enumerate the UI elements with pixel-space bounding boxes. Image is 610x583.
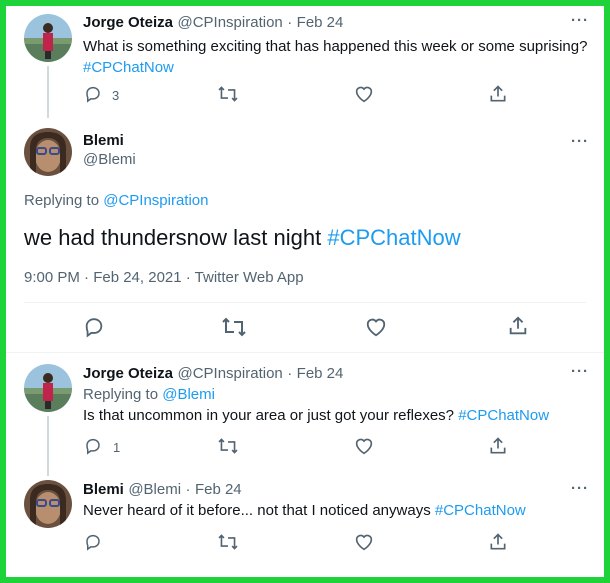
retweet-icon[interactable]	[217, 436, 239, 456]
divider	[6, 352, 604, 353]
hashtag-link[interactable]: #CPChatNow	[327, 225, 460, 250]
mention-link[interactable]: @CPInspiration	[103, 192, 208, 209]
like-icon[interactable]	[353, 532, 375, 552]
tweet-header: Blemi @Blemi · Feb 24	[83, 481, 242, 499]
thread-line	[47, 416, 49, 476]
avatar[interactable]	[24, 128, 72, 176]
more-icon[interactable]: ···	[571, 133, 589, 150]
share-icon[interactable]	[487, 531, 509, 553]
like-icon[interactable]	[364, 315, 388, 339]
tweet-text: we had thundersnow last night #CPChatNow	[24, 225, 461, 251]
more-icon[interactable]: ···	[571, 363, 589, 380]
tweet-body: Is that uncommon in your area or just go…	[83, 407, 455, 424]
separator: ·	[287, 14, 293, 31]
thread-line	[47, 66, 49, 118]
retweet-icon[interactable]	[221, 315, 247, 339]
tweet-thread: Jorge Oteiza @CPInspiration · Feb 24 ···…	[6, 6, 604, 577]
hashtag-link[interactable]: #CPChatNow	[458, 407, 549, 424]
separator: ·	[185, 481, 191, 498]
tweet-header: Jorge Oteiza @CPInspiration · Feb 24	[83, 14, 343, 32]
retweet-icon[interactable]	[217, 84, 239, 104]
tweet-text: Is that uncommon in your area or just go…	[83, 407, 549, 424]
divider	[24, 302, 586, 303]
author-handle[interactable]: @Blemi	[128, 481, 181, 498]
avatar[interactable]	[24, 364, 72, 412]
like-icon[interactable]	[353, 436, 375, 456]
share-icon[interactable]	[487, 435, 509, 457]
tweet-body: Never heard of it before... not that I n…	[83, 502, 431, 519]
author-name[interactable]: Blemi	[83, 481, 124, 498]
replying-to: Replying to @CPInspiration	[24, 192, 209, 209]
tweet-text: What is something exciting that has happ…	[83, 36, 593, 78]
tweet-body: we had thundersnow last night	[24, 225, 322, 250]
share-icon[interactable]	[487, 83, 509, 105]
separator: ·	[287, 365, 293, 382]
tweet-date[interactable]: Feb 24	[297, 14, 344, 31]
tweet-date[interactable]: Feb 24	[297, 365, 344, 382]
share-icon[interactable]	[506, 314, 530, 338]
more-icon[interactable]: ···	[571, 480, 589, 497]
tweet-text: Never heard of it before... not that I n…	[83, 502, 526, 519]
like-icon[interactable]	[353, 84, 375, 104]
mention-link[interactable]: @Blemi	[162, 386, 215, 403]
tweet-meta[interactable]: 9:00 PM · Feb 24, 2021 · Twitter Web App	[24, 269, 304, 286]
avatar[interactable]	[24, 14, 72, 62]
reply-count: 3	[112, 88, 120, 103]
avatar[interactable]	[24, 480, 72, 528]
reply-icon[interactable]	[83, 532, 103, 552]
replying-to-label: Replying to	[83, 386, 159, 403]
author-handle[interactable]: @CPInspiration	[177, 14, 282, 31]
author-name[interactable]: Jorge Oteiza	[83, 365, 173, 382]
author-handle[interactable]: @CPInspiration	[177, 365, 282, 382]
tweet-date[interactable]: Feb 24	[195, 481, 242, 498]
author-name[interactable]: Jorge Oteiza	[83, 14, 173, 31]
retweet-icon[interactable]	[217, 532, 239, 552]
hashtag-link[interactable]: #CPChatNow	[435, 502, 526, 519]
reply-icon[interactable]	[83, 84, 103, 104]
replying-to: Replying to @Blemi	[83, 386, 215, 403]
reply-icon[interactable]	[83, 436, 103, 456]
reply-count: 1	[113, 440, 121, 455]
author-name[interactable]: Blemi	[83, 132, 124, 149]
tweet-header: Jorge Oteiza @CPInspiration · Feb 24	[83, 365, 343, 383]
tweet-body: What is something exciting that has happ…	[83, 38, 588, 55]
hashtag-link[interactable]: #CPChatNow	[83, 59, 174, 76]
replying-to-label: Replying to	[24, 192, 100, 209]
author-handle[interactable]: @Blemi	[83, 151, 136, 168]
reply-icon[interactable]	[82, 315, 106, 339]
more-icon[interactable]: ···	[571, 12, 589, 29]
